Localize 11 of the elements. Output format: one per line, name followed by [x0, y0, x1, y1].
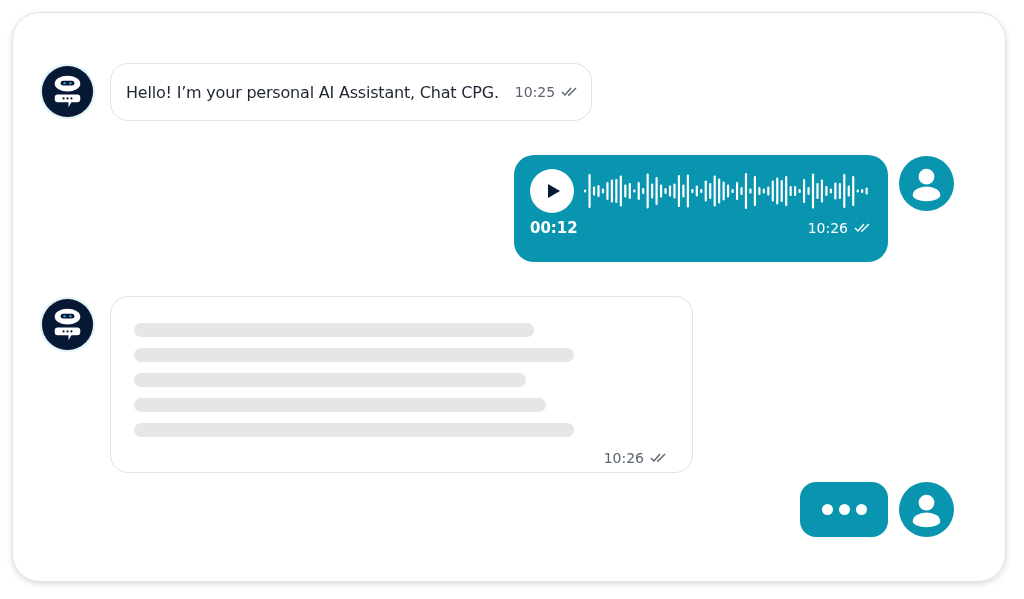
- play-icon: [546, 183, 561, 199]
- robot-avatar-icon: [39, 63, 96, 120]
- message-time: 10:26: [807, 220, 848, 236]
- play-button[interactable]: [530, 169, 574, 213]
- user-avatar-icon: [899, 156, 954, 211]
- message-time: 10:26: [603, 450, 644, 466]
- message-time: 10:25: [514, 84, 556, 100]
- message-text: Hello! I’m your personal AI Assistant, Chat CPG.: [126, 82, 499, 102]
- voice-duration: 00:12: [530, 219, 578, 237]
- user-avatar-icon: [899, 482, 954, 537]
- robot-avatar-icon: [39, 296, 96, 353]
